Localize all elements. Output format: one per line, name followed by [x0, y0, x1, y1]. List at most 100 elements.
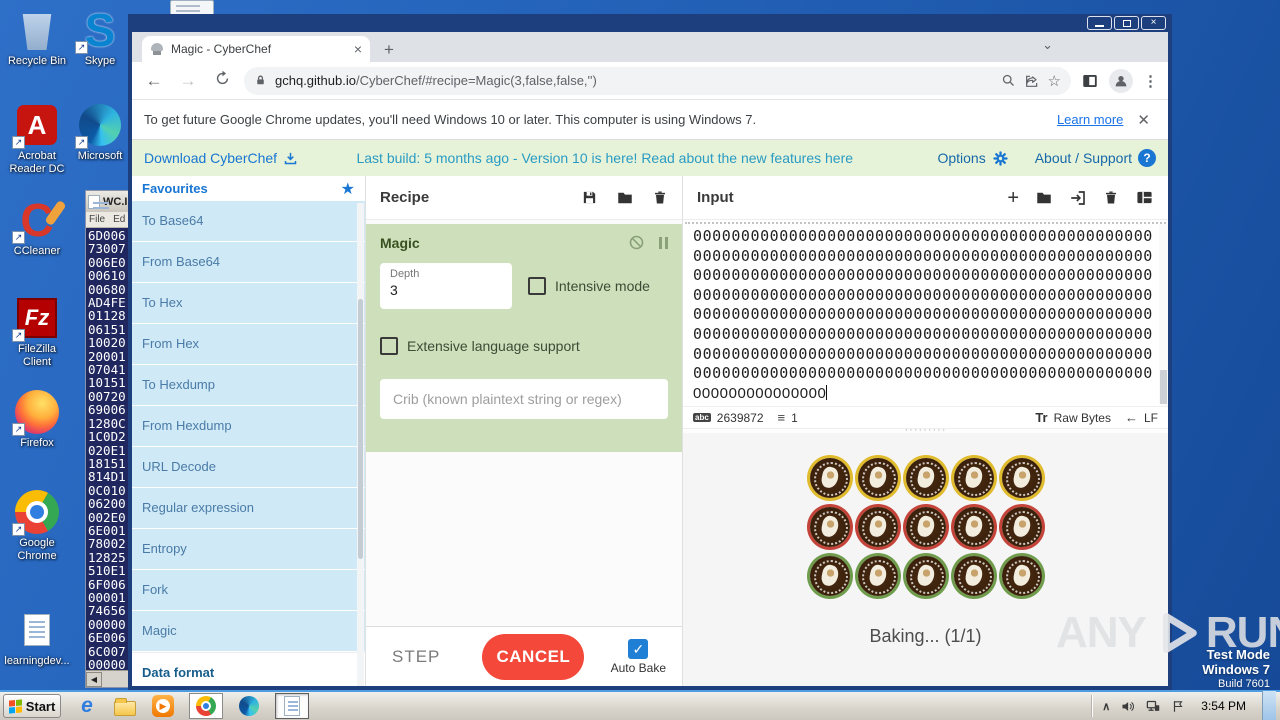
- folder-icon[interactable]: [616, 189, 634, 207]
- depth-field[interactable]: Depth 3: [380, 263, 512, 309]
- menu-kebab-icon[interactable]: ⋮: [1143, 72, 1158, 90]
- crib-input[interactable]: Crib (known plaintext string or regex): [380, 379, 668, 419]
- lock-icon[interactable]: [254, 74, 267, 87]
- operation-item[interactable]: URL Decode: [132, 447, 365, 487]
- operation-item[interactable]: To Hex: [132, 283, 365, 323]
- operation-item[interactable]: From Base64: [132, 242, 365, 282]
- taskbar-chrome-button[interactable]: [189, 693, 223, 719]
- input-textarea[interactable]: 0000000000000000000000000000000000000000…: [683, 224, 1168, 406]
- taskbar-notepad-button[interactable]: [275, 693, 309, 719]
- operation-item[interactable]: Regular expression: [132, 488, 365, 528]
- clear-io-trash-icon[interactable]: [1103, 189, 1119, 206]
- network-icon[interactable]: [1145, 699, 1161, 714]
- layout-icon[interactable]: [1135, 189, 1154, 206]
- hex-hscrollbar[interactable]: ◀: [86, 670, 132, 687]
- learn-more-link[interactable]: Learn more: [1057, 112, 1123, 127]
- desktop-icon-microsoft-edge[interactable]: ↗ Microsoft: [72, 103, 128, 163]
- step-button[interactable]: STEP: [392, 647, 440, 667]
- input-scrollbar[interactable]: [1159, 224, 1168, 406]
- about-support-button[interactable]: About / Support ?: [1035, 149, 1156, 167]
- desktop-icon-learningdev[interactable]: learningdev...: [4, 608, 70, 668]
- download-cyberchef-link[interactable]: Download CyberChef: [144, 150, 298, 166]
- desktop-icon-filezilla[interactable]: Fz ↗ FileZilla Client: [4, 296, 70, 369]
- window-titlebar[interactable]: ×: [128, 14, 1172, 32]
- close-button[interactable]: ×: [1141, 16, 1166, 30]
- taskbar-media-player-button[interactable]: ▶: [151, 694, 175, 718]
- desktop-icon-firefox[interactable]: ↗ Firefox: [4, 390, 70, 450]
- edit-favourites-star-icon[interactable]: ★: [341, 179, 355, 199]
- tab-chevron-icon[interactable]: ⌄: [1042, 37, 1053, 53]
- taskbar-ie-button[interactable]: e: [75, 694, 99, 718]
- hex-line: 01128: [88, 308, 126, 324]
- breakpoint-pause-icon[interactable]: [659, 236, 668, 249]
- reload-button[interactable]: [210, 70, 234, 92]
- scroll-left-arrow-icon[interactable]: ◀: [86, 671, 102, 687]
- desktop-icon-acrobat[interactable]: A ↗ Acrobat Reader DC: [4, 103, 70, 176]
- cancel-bake-button[interactable]: CANCEL: [482, 633, 585, 680]
- auto-bake-checkbox[interactable]: ✓: [628, 638, 649, 659]
- options-button[interactable]: Options: [937, 150, 1008, 167]
- disable-icon[interactable]: [628, 234, 645, 251]
- minimize-button[interactable]: [1087, 16, 1112, 30]
- maximize-button[interactable]: [1114, 16, 1139, 30]
- hex-window-titlebar[interactable]: WC.I: [86, 191, 132, 212]
- category-data-format[interactable]: Data format: [132, 652, 365, 686]
- desktop-icon-google-chrome[interactable]: ↗ Google Chrome: [4, 490, 70, 563]
- infobar-close-icon[interactable]: ✕: [1137, 111, 1150, 129]
- share-icon[interactable]: [1024, 73, 1040, 89]
- open-input-icon[interactable]: [1069, 189, 1087, 207]
- back-button[interactable]: ←: [142, 71, 166, 91]
- eol-value[interactable]: LF: [1144, 411, 1158, 425]
- open-folder-icon[interactable]: [1035, 189, 1053, 207]
- character-encoding-icon[interactable]: Tr: [1035, 410, 1047, 425]
- url-text[interactable]: gchq.github.io/CyberChef/#recipe=Magic(3…: [275, 73, 993, 88]
- operation-item[interactable]: Magic: [132, 611, 365, 651]
- forward-button[interactable]: →: [176, 71, 200, 91]
- encoding-value[interactable]: Raw Bytes: [1054, 411, 1111, 425]
- tab-close-icon[interactable]: ×: [354, 42, 362, 56]
- trash-icon[interactable]: [652, 189, 668, 206]
- hex-window-menubar[interactable]: File Ed: [86, 212, 132, 228]
- extensive-language-option[interactable]: Extensive language support: [380, 337, 668, 355]
- profile-avatar[interactable]: [1109, 68, 1133, 93]
- operations-scrollbar[interactable]: [357, 203, 364, 686]
- action-center-flag-icon[interactable]: [1171, 699, 1185, 714]
- cookie-row: [807, 504, 1045, 550]
- save-icon[interactable]: [581, 189, 598, 206]
- new-tab-button[interactable]: +: [384, 40, 394, 60]
- menu-edit[interactable]: Ed: [113, 214, 125, 225]
- desktop-icon-recycle-bin[interactable]: Recycle Bin: [4, 8, 70, 68]
- build-info-text[interactable]: Last build: 5 months ago - Version 10 is…: [298, 150, 911, 166]
- operation-item[interactable]: From Hex: [132, 324, 365, 364]
- menu-file[interactable]: File: [89, 214, 105, 225]
- operation-item[interactable]: Fork: [132, 570, 365, 610]
- add-input-tab-icon[interactable]: +: [1007, 188, 1019, 208]
- eol-arrow-icon[interactable]: ←: [1125, 410, 1138, 425]
- operation-item[interactable]: To Base64: [132, 201, 365, 241]
- taskbar-edge-button[interactable]: [237, 694, 261, 718]
- magic-operation[interactable]: Magic Depth 3 Intensive mode Extensive l…: [366, 224, 682, 452]
- side-panel-icon[interactable]: [1081, 72, 1099, 90]
- operation-item[interactable]: From Hexdump: [132, 406, 365, 446]
- intensive-mode-checkbox[interactable]: [528, 277, 546, 295]
- hex-editor-window[interactable]: WC.I File Ed 6D006 73007 006E0 00610 00680 AD…: [85, 190, 133, 688]
- operation-item[interactable]: To Hexdump: [132, 365, 365, 405]
- start-button[interactable]: Start: [3, 694, 61, 718]
- taskbar-clock[interactable]: 3:54 PM: [1195, 699, 1252, 713]
- taskbar-explorer-button[interactable]: [113, 694, 137, 718]
- hex-line: 00610: [88, 268, 126, 284]
- show-desktop-button[interactable]: [1262, 691, 1276, 720]
- browser-tab[interactable]: Magic - CyberChef ×: [142, 36, 370, 62]
- extensive-language-checkbox[interactable]: [380, 337, 398, 355]
- intensive-mode-option[interactable]: Intensive mode: [528, 277, 650, 295]
- address-bar[interactable]: gchq.github.io/CyberChef/#recipe=Magic(3…: [244, 66, 1071, 95]
- cookie-icon: [809, 507, 850, 547]
- volume-icon[interactable]: [1120, 699, 1135, 714]
- search-icon[interactable]: [1001, 73, 1016, 88]
- desktop-icon-skype[interactable]: S ↗ Skype: [72, 4, 128, 68]
- auto-bake-control[interactable]: ✓ Auto Bake: [611, 638, 666, 675]
- bookmark-star-icon[interactable]: ☆: [1048, 72, 1061, 90]
- operation-item[interactable]: Entropy: [132, 529, 365, 569]
- desktop-icon-ccleaner[interactable]: C ↗ CCleaner: [4, 197, 70, 258]
- tray-chevron-icon[interactable]: ∧: [1102, 700, 1110, 713]
